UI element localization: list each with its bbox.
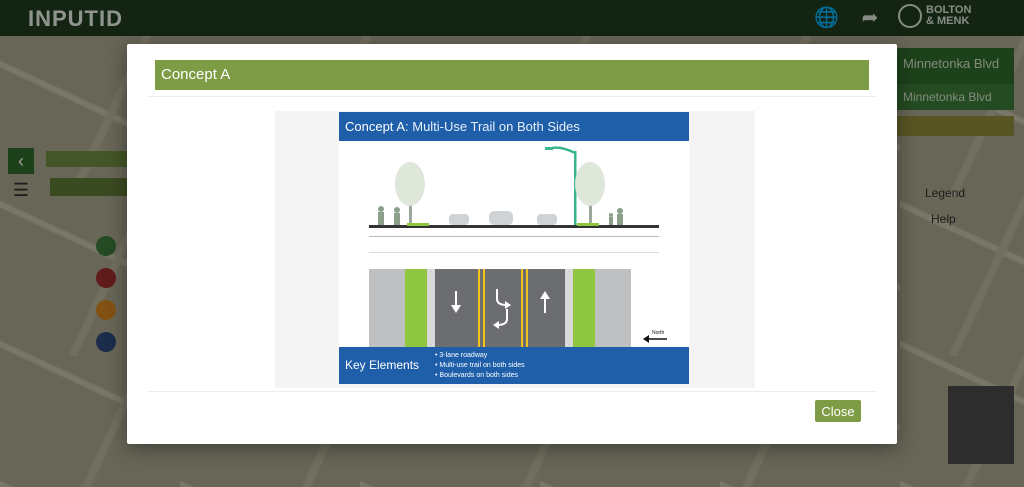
car-icon	[449, 211, 557, 225]
header-divider	[147, 96, 877, 97]
key-elements-label: Key Elements	[345, 358, 420, 372]
key-element-item: 3-lane roadway	[435, 351, 525, 361]
key-elements-list: 3-lane roadway Multi-use trail on both s…	[435, 351, 525, 381]
concept-image: Concept A: Multi-Use Trail on Both Sides	[339, 112, 689, 384]
key-element-item: Boulevards on both sides	[435, 371, 525, 381]
street-cross-section: North	[369, 146, 667, 347]
concept-modal: Concept A Concept A: Multi-Use Trail on …	[127, 44, 897, 444]
concept-title-bar: Concept A: Multi-Use Trail on Both Sides	[339, 112, 689, 141]
footer-divider	[147, 391, 877, 392]
tree-icon-right	[575, 162, 605, 225]
concept-subtitle: Multi-Use Trail on Both Sides	[412, 119, 580, 134]
key-elements-bar: Key Elements 3-lane roadway Multi-use tr…	[339, 347, 689, 384]
north-label: North	[652, 330, 664, 336]
key-element-item: Multi-use trail on both sides	[435, 361, 524, 371]
modal-title: Concept A	[155, 60, 869, 90]
streetlight-icon	[545, 146, 577, 225]
close-button[interactable]: Close	[815, 400, 861, 422]
concept-title: Concept A:	[345, 119, 409, 134]
plan-view	[369, 269, 631, 347]
north-arrow-icon	[643, 335, 667, 343]
